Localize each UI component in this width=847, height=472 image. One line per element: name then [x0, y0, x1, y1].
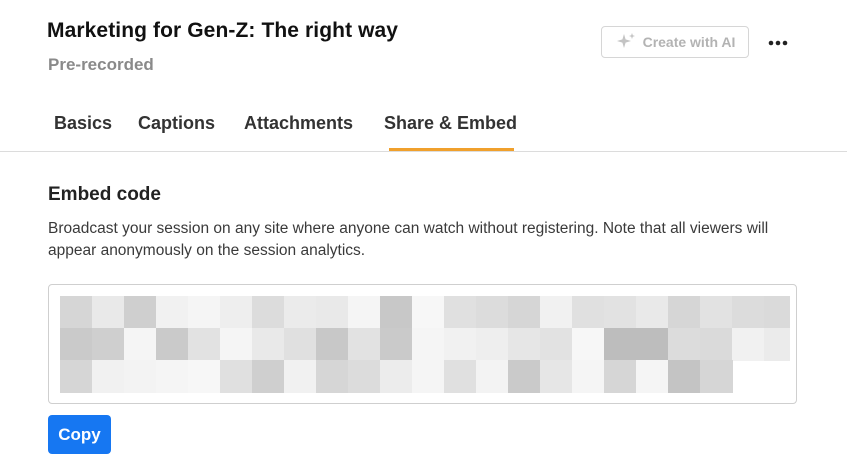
- page-title: Marketing for Gen-Z: The right way: [47, 19, 399, 42]
- pixel-block: [348, 328, 381, 361]
- active-tab-indicator: [389, 148, 514, 151]
- pixel-block: [348, 296, 381, 329]
- pixel-block: [700, 328, 733, 361]
- pixel-block: [540, 360, 573, 393]
- pixel-block: [380, 328, 413, 361]
- pixel-block: [604, 328, 637, 361]
- pixel-block: [508, 360, 541, 393]
- pixel-block: [92, 296, 125, 329]
- pixel-block: [188, 360, 221, 393]
- pixel-block: [348, 360, 381, 393]
- pixel-block: [572, 360, 605, 393]
- pixel-block: [188, 296, 221, 329]
- pixel-block: [444, 296, 477, 329]
- pixel-block: [252, 328, 285, 361]
- pixel-block: [732, 328, 765, 361]
- pixel-block: [92, 328, 125, 361]
- session-type-label: Pre-recorded: [48, 55, 154, 74]
- pixel-block: [764, 328, 790, 361]
- pixel-block: [60, 360, 93, 393]
- more-options-button[interactable]: [764, 30, 792, 54]
- pixel-block: [412, 296, 445, 329]
- pixel-block: [444, 360, 477, 393]
- tab-share-embed[interactable]: Share & Embed: [384, 113, 517, 134]
- pixel-block: [412, 328, 445, 361]
- pixel-block: [380, 296, 413, 329]
- pixel-block: [636, 296, 669, 329]
- pixel-block: [284, 360, 317, 393]
- pixel-block: [316, 360, 349, 393]
- pixel-block: [572, 328, 605, 361]
- pixel-block: [156, 360, 189, 393]
- embed-code-heading: Embed code: [48, 184, 161, 205]
- pixel-block: [668, 360, 701, 393]
- pixel-block: [572, 296, 605, 329]
- pixel-block: [156, 328, 189, 361]
- pixel-block: [124, 328, 157, 361]
- tab-basics[interactable]: Basics: [54, 113, 112, 134]
- pixelated-code-content: [60, 296, 790, 393]
- pixel-block: [156, 296, 189, 329]
- pixel-block: [636, 328, 669, 361]
- pixel-block: [412, 360, 445, 393]
- pixel-block: [316, 328, 349, 361]
- pixel-block: [60, 328, 93, 361]
- pixel-block: [252, 296, 285, 329]
- pixel-block: [380, 360, 413, 393]
- embed-code-field[interactable]: [48, 284, 797, 404]
- pixel-block: [700, 360, 733, 393]
- create-with-ai-button[interactable]: Create with AI: [601, 26, 749, 58]
- embed-code-description: Broadcast your session on any site where…: [48, 220, 769, 259]
- pixel-block: [316, 296, 349, 329]
- pixel-block: [508, 296, 541, 329]
- pixel-block: [668, 328, 701, 361]
- pixel-block: [476, 328, 509, 361]
- pixel-block: [284, 328, 317, 361]
- tab-bar: Basics Captions Attachments Share & Embe…: [0, 105, 847, 152]
- pixel-block: [668, 296, 701, 329]
- pixel-block: [476, 296, 509, 329]
- pixel-block: [284, 296, 317, 329]
- pixel-block: [732, 296, 765, 329]
- sparkle-icon: [615, 32, 637, 52]
- pixel-block: [220, 296, 253, 329]
- pixel-block: [764, 296, 790, 329]
- pixel-block: [220, 328, 253, 361]
- pixel-block: [60, 296, 93, 329]
- pixel-block: [636, 360, 669, 393]
- tab-attachments[interactable]: Attachments: [244, 113, 353, 134]
- pixel-block: [700, 296, 733, 329]
- embed-settings-page: Marketing for Gen-Z: The right way Pre-r…: [0, 0, 847, 472]
- pixel-block: [476, 360, 509, 393]
- pixel-block: [444, 328, 477, 361]
- pixel-block: [92, 360, 125, 393]
- pixel-block: [188, 328, 221, 361]
- pixel-block: [604, 296, 637, 329]
- create-with-ai-label: Create with AI: [642, 34, 736, 50]
- more-horizontal-icon: [768, 33, 788, 51]
- pixel-block: [124, 296, 157, 329]
- pixel-block: [508, 328, 541, 361]
- pixel-block: [604, 360, 637, 393]
- pixel-block: [540, 328, 573, 361]
- pixel-block: [124, 360, 157, 393]
- copy-button[interactable]: Copy: [48, 415, 111, 454]
- pixel-block: [540, 296, 573, 329]
- pixel-block: [252, 360, 285, 393]
- tab-captions[interactable]: Captions: [138, 113, 215, 134]
- pixel-block: [220, 360, 253, 393]
